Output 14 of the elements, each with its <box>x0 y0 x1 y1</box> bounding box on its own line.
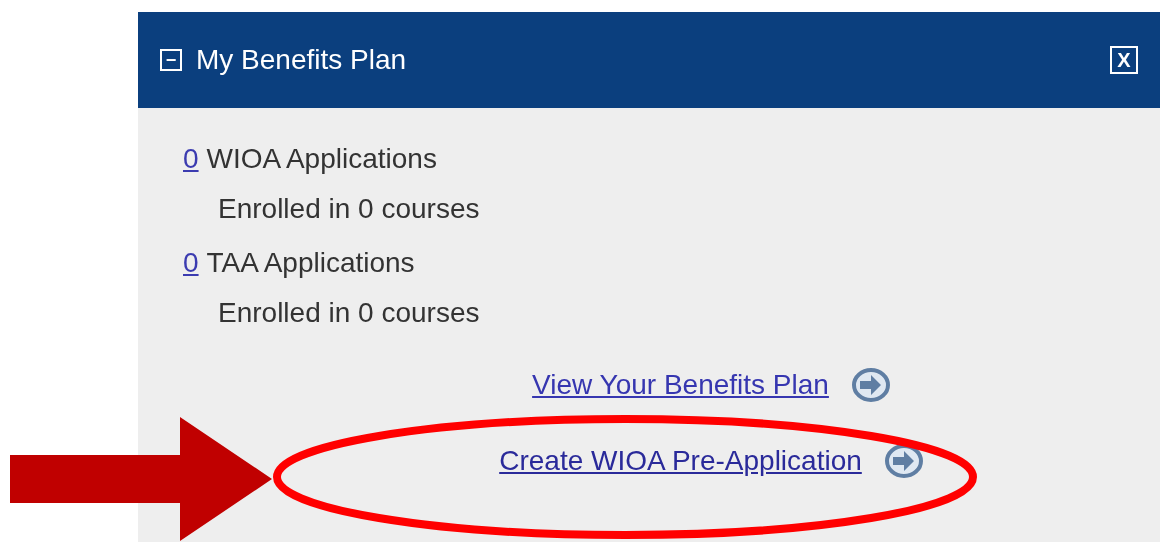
panel-title: My Benefits Plan <box>196 43 408 77</box>
arrow-circle-icon[interactable] <box>850 367 891 403</box>
benefits-link[interactable]: Create WIOA Pre-Application <box>499 440 862 482</box>
summary-detail: Enrolled in 0 courses <box>217 296 481 330</box>
count-link[interactable]: 0 <box>183 138 199 180</box>
count-link[interactable]: 0 <box>183 242 199 284</box>
close-button[interactable]: X <box>1110 46 1138 74</box>
arrow-circle-icon[interactable] <box>883 443 924 479</box>
summary-detail: Enrolled in 0 courses <box>217 192 481 226</box>
summary-label: WIOA Applications <box>206 142 437 176</box>
collapse-button[interactable]: − <box>160 49 182 71</box>
summary-label: TAA Applications <box>206 246 415 280</box>
benefits-link[interactable]: View Your Benefits Plan <box>532 364 829 406</box>
arrow-icon <box>10 417 272 541</box>
